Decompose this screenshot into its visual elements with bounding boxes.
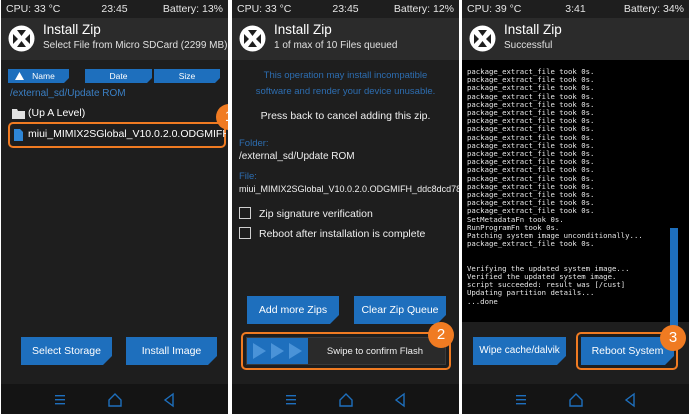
back-icon[interactable] <box>622 392 638 408</box>
battery-level: Battery: 34% <box>623 3 684 15</box>
navigation-bar <box>232 384 459 414</box>
install-image-button[interactable]: Install Image <box>126 337 217 365</box>
page-title: Install Zip <box>43 22 101 37</box>
battery-level: Battery: 13% <box>162 3 223 15</box>
cancel-hint: Press back to cancel adding this zip. <box>260 110 431 122</box>
file-selection-screen: CPU: 33 °C 23:45 Battery: 13% Install Zi… <box>1 0 228 414</box>
folder-value: /external_sd/Update ROM <box>239 151 355 162</box>
sort-bar: Name Date Size <box>8 69 220 83</box>
swipe-to-flash-slider[interactable]: Swipe to confirm Flash <box>246 337 446 365</box>
folder-label: Folder: <box>239 138 269 149</box>
home-icon[interactable] <box>107 392 123 408</box>
step-badge-2: 2 <box>428 322 454 348</box>
arrow-right-icon <box>289 343 302 359</box>
current-path: /external_sd/Update ROM <box>10 88 126 99</box>
page-title: Install Zip <box>504 22 562 37</box>
sort-name-label: Name <box>32 71 55 81</box>
twrp-logo-icon <box>8 25 35 52</box>
arrow-right-icon <box>271 343 284 359</box>
file-icon <box>14 129 23 141</box>
add-more-zips-button[interactable]: Add more Zips <box>247 296 339 324</box>
arrow-right-icon <box>253 343 266 359</box>
list-item-zip-file[interactable]: miui_MIMIX2SGlobal_V10.0.2.0.ODGMIFH_ddc… <box>8 124 226 146</box>
console-scrollbar[interactable] <box>670 228 678 338</box>
back-icon[interactable] <box>392 392 408 408</box>
battery-level: Battery: 12% <box>393 3 454 15</box>
status-bar: CPU: 33 °C 23:45 Battery: 13% <box>1 0 228 18</box>
page-subtitle: Successful <box>504 40 553 51</box>
warning-line-2: software and render your device unusable… <box>255 86 436 97</box>
page-title: Install Zip <box>274 22 332 37</box>
reboot-after-checkbox[interactable] <box>239 227 251 239</box>
swipe-handle[interactable] <box>247 338 308 364</box>
file-value: miui_MIMIX2SGlobal_V10.0.2.0.ODGMIFH_ddc… <box>239 184 459 194</box>
status-bar: CPU: 33 °C 23:45 Battery: 12% <box>232 0 459 18</box>
navigation-bar <box>1 384 228 414</box>
warning-line-1: This operation may install incompatible <box>263 70 428 81</box>
console-output: package_extract_file took 0s. package_ex… <box>467 67 643 306</box>
twrp-logo-icon <box>239 25 266 52</box>
sort-date-button[interactable]: Date <box>85 69 152 83</box>
console-log: package_extract_file took 0s. package_ex… <box>462 60 689 338</box>
menu-icon[interactable] <box>513 392 529 408</box>
install-result-screen: CPU: 39 °C 3:41 Battery: 34% Install Zip… <box>462 0 689 414</box>
menu-icon[interactable] <box>52 392 68 408</box>
header: Install Zip 1 of max of 10 Files queued <box>232 18 459 60</box>
home-icon[interactable] <box>568 392 584 408</box>
page-subtitle: Select File from Micro SDCard (2299 MB) <box>43 40 228 51</box>
select-storage-button[interactable]: Select Storage <box>21 337 112 365</box>
navigation-bar <box>462 384 689 414</box>
twrp-logo-icon <box>469 25 496 52</box>
swipe-label: Swipe to confirm Flash <box>326 346 423 357</box>
list-item-label: miui_MIMIX2SGlobal_V10.0.2.0.ODGMIFH_ddc… <box>28 128 226 140</box>
wipe-cache-dalvik-button[interactable]: Wipe cache/dalvik <box>473 337 566 365</box>
list-item-label: (Up A Level) <box>28 107 86 119</box>
header: Install Zip Select File from Micro SDCar… <box>1 18 228 60</box>
menu-icon[interactable] <box>283 392 299 408</box>
step-badge-3: 3 <box>660 325 686 351</box>
header: Install Zip Successful <box>462 18 689 60</box>
zip-signature-checkbox[interactable] <box>239 207 251 219</box>
file-label: File: <box>239 171 257 182</box>
home-icon[interactable] <box>338 392 354 408</box>
back-icon[interactable] <box>161 392 177 408</box>
sort-ascending-icon <box>15 72 24 80</box>
sort-name-button[interactable]: Name <box>8 69 69 83</box>
status-bar: CPU: 39 °C 3:41 Battery: 34% <box>462 0 689 18</box>
install-confirm-screen: CPU: 33 °C 23:45 Battery: 12% Install Zi… <box>232 0 459 414</box>
clear-zip-queue-button[interactable]: Clear Zip Queue <box>354 296 446 324</box>
sort-size-button[interactable]: Size <box>154 69 220 83</box>
reboot-after-label: Reboot after installation is complete <box>259 228 426 240</box>
page-subtitle: 1 of max of 10 Files queued <box>274 40 398 51</box>
folder-icon <box>12 109 25 119</box>
zip-signature-label: Zip signature verification <box>259 208 373 220</box>
